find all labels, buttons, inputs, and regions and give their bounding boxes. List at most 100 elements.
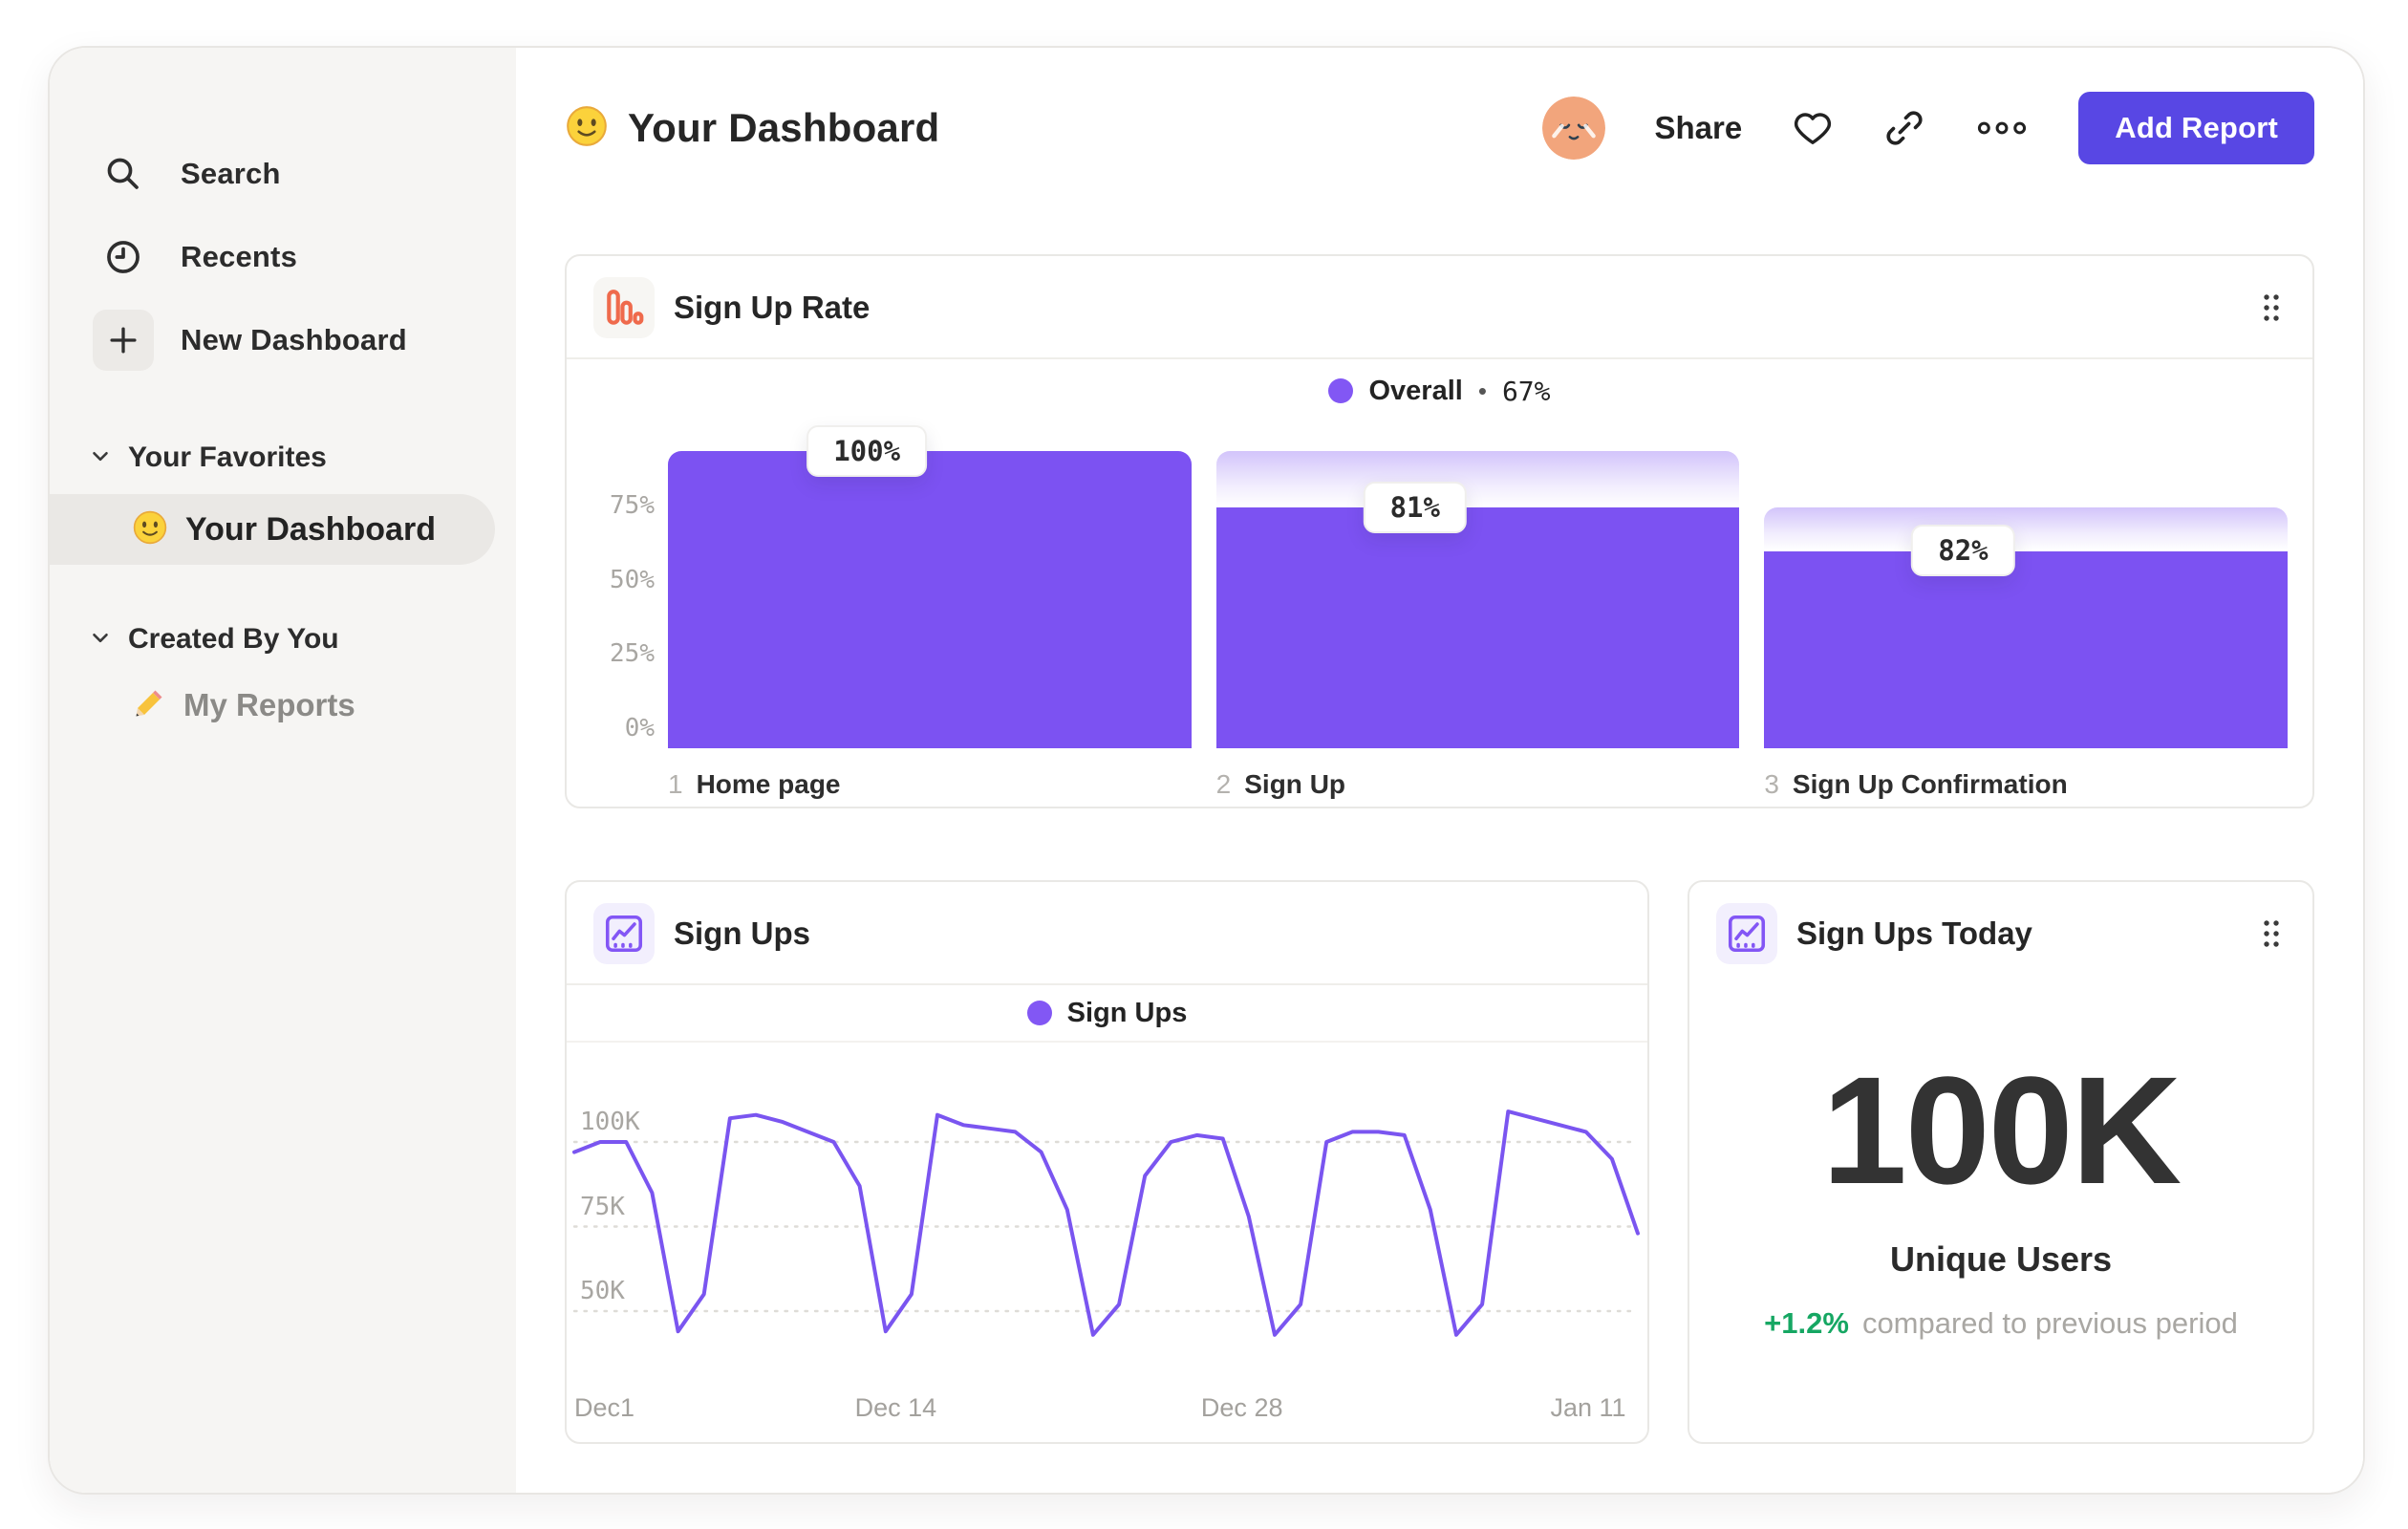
plus-icon bbox=[93, 309, 154, 371]
funnel-bar-gradient bbox=[1215, 451, 1740, 508]
signups-card: Sign Ups Sign Ups 100K 75K 50K Dec1 Dec 14 D… bbox=[565, 880, 1649, 1444]
funnel-plot: 100% 81% 82% 75% 50% 25% 0% bbox=[610, 425, 2289, 748]
signups-card-header: Sign Ups bbox=[567, 882, 1647, 983]
funnel-value-chip: 82% bbox=[1911, 525, 2015, 577]
funnel-chart: 100% 81% 82% 75% 50% 25% 0% 1 Home page … bbox=[593, 425, 2289, 800]
favorite-heart-icon[interactable] bbox=[1792, 107, 1834, 149]
step-index: 2 bbox=[1215, 769, 1232, 799]
drag-handle-icon[interactable] bbox=[2263, 292, 2280, 323]
stat-value: 100K bbox=[1821, 1044, 2182, 1216]
line-x-tick: Dec 28 bbox=[1200, 1393, 1283, 1422]
sidebar-item-label: New Dashboard bbox=[181, 322, 407, 356]
sidebar-item-label: Search bbox=[181, 156, 281, 190]
signups-series-line bbox=[572, 1109, 1640, 1337]
more-options-icon[interactable] bbox=[1975, 114, 2029, 142]
add-report-button[interactable]: Add Report bbox=[2078, 92, 2314, 164]
legend-label: Sign Ups bbox=[1066, 997, 1188, 1028]
page-title-wrap: Your Dashboard bbox=[565, 104, 939, 153]
pencil-emoji-icon bbox=[132, 686, 166, 725]
main-content: Your Dashboard Share Add Report Sign Up … bbox=[516, 48, 2363, 1493]
stat-delta: +1.2% bbox=[1764, 1306, 1849, 1340]
chevron-down-icon bbox=[88, 625, 113, 655]
funnel-y-tick: 25% bbox=[610, 639, 655, 669]
legend-label: Overall bbox=[1368, 375, 1463, 406]
section-label: Created By You bbox=[128, 623, 339, 655]
signup-rate-card-header: Sign Up Rate bbox=[567, 256, 2312, 357]
sidebar-item-new-dashboard[interactable]: New Dashboard bbox=[50, 298, 516, 381]
legend-dot bbox=[1026, 1001, 1052, 1025]
drag-handle-icon[interactable] bbox=[2263, 918, 2280, 949]
funnel-bar-sign-up: 81% bbox=[1215, 451, 1740, 748]
funnel-value-chip: 81% bbox=[1363, 482, 1467, 534]
smiley-emoji-icon bbox=[132, 509, 168, 550]
funnel-step-label: 3 Sign Up Confirmation bbox=[1764, 769, 2288, 800]
screen: Search Recents New Dashboard Your Favori… bbox=[0, 0, 2408, 1529]
page-title: Your Dashboard bbox=[628, 105, 940, 150]
header-actions: Share Add Report bbox=[1541, 92, 2314, 164]
section-label: Your Favorites bbox=[128, 441, 327, 473]
line-y-tick: 75K bbox=[580, 1192, 625, 1221]
funnel-bar-fill bbox=[1764, 550, 2289, 748]
signups-today-card: Sign Ups Today 100K Unique Users +1.2% c… bbox=[1688, 880, 2314, 1444]
signups-x-labels: Dec1 Dec 14 Dec 28 Jan 11 bbox=[574, 1393, 1638, 1433]
app-window: Search Recents New Dashboard Your Favori… bbox=[48, 46, 2365, 1495]
funnel-bar-gradient bbox=[1764, 507, 2289, 551]
legend-dot bbox=[1328, 378, 1354, 403]
step-name: Sign Up Confirmation bbox=[1792, 769, 2068, 799]
line-chart-icon bbox=[1716, 903, 1777, 964]
search-icon bbox=[93, 143, 154, 205]
funnel-step-label: 2 Sign Up bbox=[1216, 769, 1740, 800]
funnel-y-tick: 0% bbox=[624, 714, 655, 743]
line-x-tick: Dec 14 bbox=[854, 1393, 937, 1422]
card-title: Sign Ups Today bbox=[1796, 915, 2032, 951]
funnel-x-labels: 1 Home page 2 Sign Up 3 Sign Up Confirma… bbox=[668, 769, 2288, 800]
signups-legend: Sign Ups bbox=[567, 985, 1647, 1041]
share-button[interactable]: Share bbox=[1655, 110, 1743, 146]
step-name: Sign Up bbox=[1244, 769, 1346, 799]
card-title: Sign Up Rate bbox=[674, 290, 871, 325]
legend-value: 67% bbox=[1501, 375, 1551, 407]
line-x-tick: Jan 11 bbox=[1550, 1393, 1626, 1422]
funnel-bar-fill bbox=[1215, 507, 1740, 748]
funnel-chart-icon bbox=[593, 277, 655, 338]
funnel-bar-fill bbox=[668, 451, 1192, 748]
stat-delta-caption: compared to previous period bbox=[1861, 1306, 2238, 1340]
line-x-tick: Dec1 bbox=[574, 1393, 635, 1422]
legend-divider bbox=[567, 1041, 1647, 1043]
copy-link-icon[interactable] bbox=[1883, 107, 1925, 149]
funnel-step-label: 1 Home page bbox=[668, 769, 1192, 800]
sidebar: Search Recents New Dashboard Your Favori… bbox=[50, 48, 516, 1493]
funnel-legend: Overall • 67% bbox=[567, 359, 2312, 422]
stat-body: 100K Unique Users +1.2% compared to prev… bbox=[1689, 983, 2312, 1341]
line-y-tick: 50K bbox=[580, 1277, 625, 1305]
card-title: Sign Ups bbox=[674, 915, 811, 951]
section-created-by-you[interactable]: Created By You bbox=[50, 613, 516, 666]
signups-line-svg bbox=[572, 1109, 1640, 1337]
line-chart-icon bbox=[593, 903, 655, 964]
funnel-bar-home-page: 100% bbox=[668, 425, 1192, 748]
section-your-favorites[interactable]: Your Favorites bbox=[50, 431, 516, 485]
sidebar-item-label: Your Dashboard bbox=[185, 510, 436, 548]
dashboard-header: Your Dashboard Share Add Report bbox=[565, 48, 2314, 208]
legend-separator: • bbox=[1477, 376, 1487, 405]
signup-rate-card: Sign Up Rate Overall • 67% 100% 81% 82% … bbox=[565, 254, 2314, 808]
step-index: 1 bbox=[668, 769, 683, 799]
sidebar-item-recents[interactable]: Recents bbox=[50, 215, 516, 298]
step-name: Home page bbox=[696, 769, 841, 799]
sidebar-item-your-dashboard-selected[interactable]: Your Dashboard bbox=[50, 494, 495, 565]
cards-row: Sign Ups Sign Ups 100K 75K 50K Dec1 Dec 14 D… bbox=[565, 880, 2314, 1444]
clock-icon bbox=[93, 226, 154, 288]
line-y-tick: 100K bbox=[580, 1108, 640, 1136]
funnel-y-tick: 75% bbox=[610, 490, 655, 520]
signups-line-chart: 100K 75K 50K bbox=[572, 1058, 1640, 1378]
stat-subtitle: Unique Users bbox=[1889, 1239, 2113, 1279]
sidebar-item-search[interactable]: Search bbox=[50, 132, 516, 215]
sidebar-item-label: Recents bbox=[181, 239, 298, 273]
signups-today-card-header: Sign Ups Today bbox=[1689, 882, 2312, 983]
smiley-emoji-icon bbox=[565, 104, 609, 153]
sidebar-item-my-reports[interactable]: My Reports bbox=[50, 674, 516, 737]
funnel-value-chip: 100% bbox=[806, 425, 928, 477]
user-avatar[interactable] bbox=[1541, 97, 1605, 160]
stat-delta-row: +1.2% compared to previous period bbox=[1764, 1306, 2238, 1341]
chevron-down-icon bbox=[88, 443, 113, 473]
